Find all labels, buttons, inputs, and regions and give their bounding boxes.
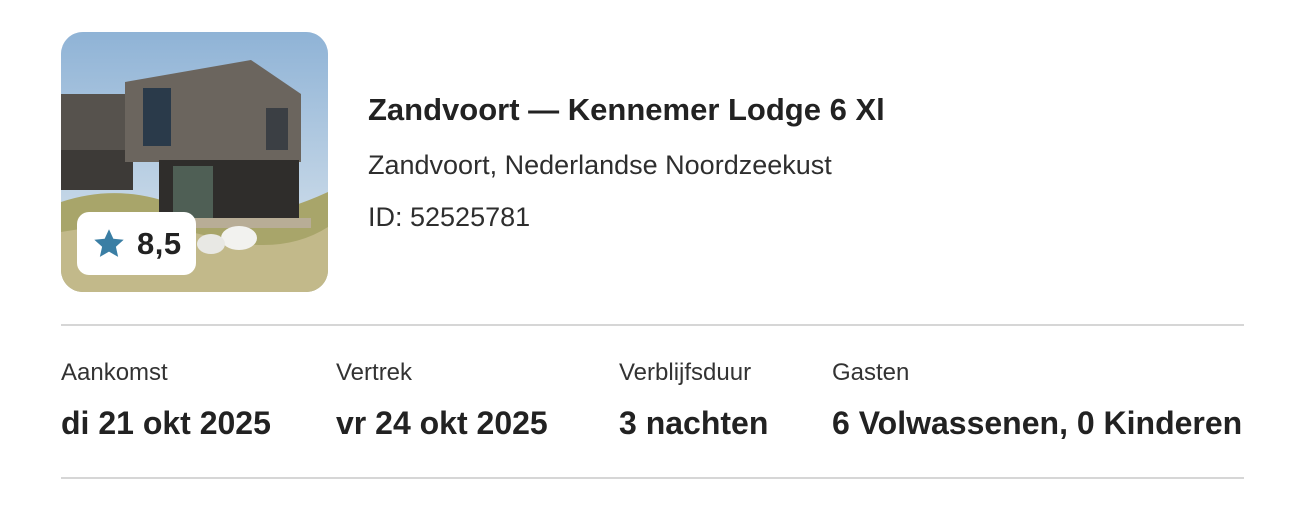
departure-label: Vertrek [336, 359, 413, 386]
listing-title: Zandvoort — Kennemer Lodge 6 Xl [368, 92, 885, 127]
departure-info: Vertrek vr 24 okt 2025 [336, 358, 548, 442]
departure-date: vr 24 okt 2025 [336, 405, 548, 441]
duration-info: Verblijfsduur 3 nachten [619, 358, 768, 442]
divider-bottom [61, 477, 1244, 479]
rating-badge: 8,5 [77, 212, 196, 275]
listing-location: Zandvoort, Nederlandse Noordzeekust [368, 150, 832, 180]
rating-score: 8,5 [137, 225, 182, 261]
divider-top [61, 324, 1244, 326]
guests-value: 6 Volwassenen, 0 Kinderen [832, 405, 1243, 441]
listing-id: ID: 52525781 [368, 202, 531, 232]
arrival-info: Aankomst di 21 okt 2025 [61, 358, 271, 442]
guests-label: Gasten [832, 359, 910, 386]
duration-value: 3 nachten [619, 405, 769, 441]
arrival-label: Aankomst [61, 359, 168, 386]
duration-label: Verblijfsduur [619, 359, 752, 386]
arrival-date: di 21 okt 2025 [61, 405, 271, 441]
guests-info: Gasten 6 Volwassenen, 0 Kinderen [832, 358, 1242, 442]
lodge-photo: 8,5 [61, 32, 328, 292]
booking-summary-card: 8,5 Zandvoort — Kennemer Lodge 6 Xl Zand… [0, 0, 1296, 506]
star-icon [94, 228, 124, 257]
